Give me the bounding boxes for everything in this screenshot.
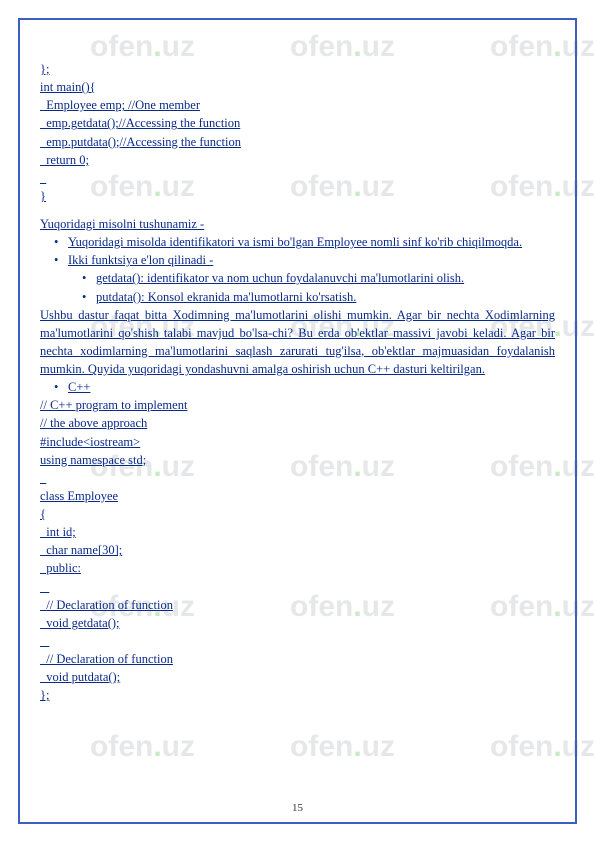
paragraph: Ushbu dastur faqat bitta Xodimning ma'lu… — [40, 306, 555, 379]
code-line: int main(){ — [40, 78, 555, 96]
page-number: 15 — [0, 802, 595, 814]
bullet-list-cpp: C++ — [40, 378, 555, 396]
code-line: // Declaration of function — [40, 596, 555, 614]
code-line: int id; — [40, 523, 555, 541]
code-line: }; — [40, 60, 555, 78]
code-line: public: — [40, 559, 555, 577]
code-line: Employee emp; //One member — [40, 96, 555, 114]
page-content: }; int main(){ Employee emp; //One membe… — [40, 30, 555, 704]
section-heading: Yuqoridagi misolni tushunamiz - — [40, 215, 555, 233]
bullet-list: Yuqoridagi misolda identifikatori va ism… — [40, 233, 555, 269]
code-line — [40, 578, 555, 596]
code-line — [40, 632, 555, 650]
list-item: getdata(): identifikator va nom uchun fo… — [96, 269, 555, 287]
code-line: class Employee — [40, 487, 555, 505]
list-item: Yuqoridagi misolda identifikatori va ism… — [68, 233, 555, 251]
code-line — [40, 469, 555, 487]
list-item: Ikki funktsiya e'lon qilinadi - — [68, 251, 555, 269]
code-line: void putdata(); — [40, 668, 555, 686]
code-line — [40, 169, 555, 187]
code-line: void getdata(); — [40, 614, 555, 632]
bullet-sublist: getdata(): identifikator va nom uchun fo… — [40, 269, 555, 305]
code-line: emp.getdata();//Accessing the function — [40, 114, 555, 132]
code-line: // the above approach — [40, 414, 555, 432]
code-line: emp.putdata();//Accessing the function — [40, 133, 555, 151]
list-item: putdata(): Konsol ekranida ma'lumotlarni… — [96, 288, 555, 306]
code-line: using namespace std; — [40, 451, 555, 469]
code-line: // C++ program to implement — [40, 396, 555, 414]
code-line: char name[30]; — [40, 541, 555, 559]
code-line: return 0; — [40, 151, 555, 169]
code-line: }; — [40, 686, 555, 704]
code-line: #include<iostream> — [40, 433, 555, 451]
code-line: } — [40, 187, 555, 205]
list-item-cpp: C++ — [68, 378, 555, 396]
code-line: { — [40, 505, 555, 523]
code-line: // Declaration of function — [40, 650, 555, 668]
